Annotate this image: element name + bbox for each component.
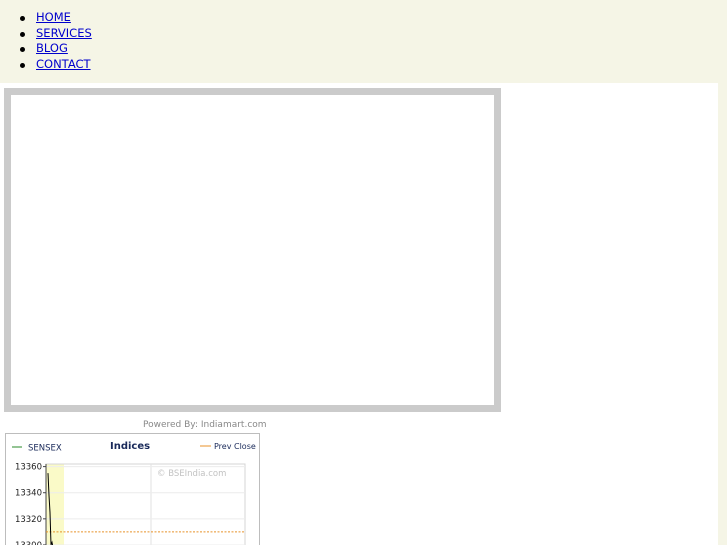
- services-link[interactable]: SERVICES: [36, 26, 92, 40]
- prev-close-legend-label: Prev Close: [214, 442, 256, 451]
- y-tick-label: 13340: [15, 489, 42, 499]
- y-tick-label: 13300: [15, 541, 42, 545]
- banner-frame: [4, 88, 501, 412]
- session-highlight-band: [46, 464, 64, 545]
- nav-item-contact: CONTACT: [20, 57, 92, 73]
- sensex-legend-label: SENSEX: [28, 444, 62, 454]
- blog-link[interactable]: BLOG: [36, 41, 68, 55]
- indices-widget[interactable]: SENSEX Indices Prev Close 13360 13340 1332…: [5, 433, 260, 545]
- chart-title: Indices: [110, 441, 150, 452]
- nav-item-services: SERVICES: [20, 26, 92, 42]
- indices-chart: SENSEX Indices Prev Close 13360 13340 1332…: [12, 441, 256, 545]
- nav-item-home: HOME: [20, 10, 92, 26]
- contact-link[interactable]: CONTACT: [36, 57, 91, 71]
- chart-watermark: © BSEIndia.com: [157, 469, 226, 479]
- nav-list: HOME SERVICES BLOG CONTACT: [20, 10, 92, 72]
- y-tick-label: 13360: [15, 463, 42, 473]
- nav-item-blog: BLOG: [20, 41, 92, 57]
- page: HOME SERVICES BLOG CONTACT Powered By: I…: [0, 0, 727, 545]
- main-content: Powered By: Indiamart.com SENSEX Indices…: [0, 83, 718, 545]
- powered-by-text: Powered By: Indiamart.com: [143, 420, 267, 430]
- top-navigation: HOME SERVICES BLOG CONTACT: [0, 0, 727, 83]
- home-link[interactable]: HOME: [36, 10, 71, 24]
- y-tick-label: 13320: [15, 515, 42, 525]
